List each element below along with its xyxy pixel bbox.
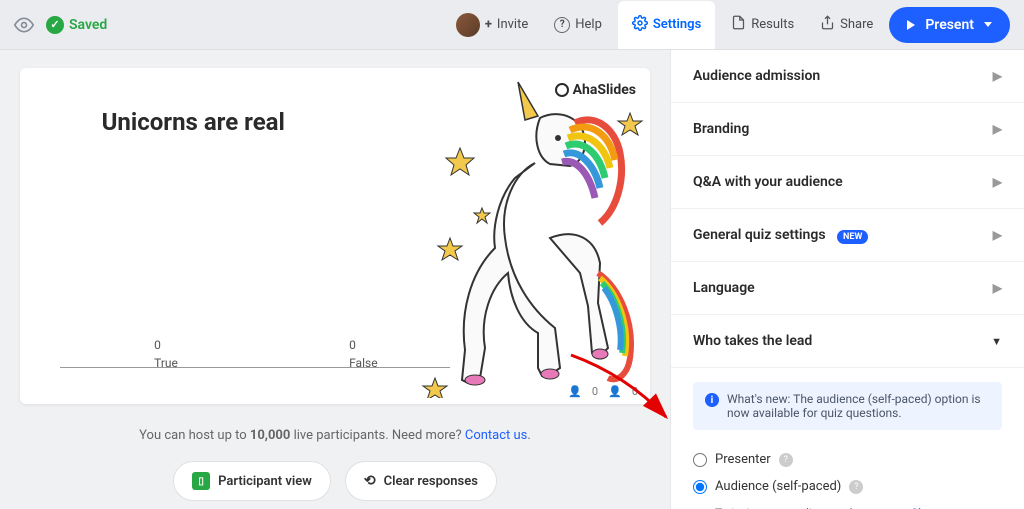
slide-stats: 👤 0 👤 0 — [568, 385, 638, 398]
present-label: Present — [925, 17, 974, 33]
setting-label: Who takes the lead — [693, 333, 812, 349]
share-label: Share — [840, 17, 873, 32]
participant-view-label: Participant view — [218, 474, 312, 489]
new-badge: NEW — [837, 230, 868, 244]
results-label: Results — [751, 17, 794, 32]
invite-note: To invite your audience, please go to Sh… — [693, 500, 1002, 509]
help-button[interactable]: ? Help — [544, 11, 612, 39]
tab-settings[interactable]: Settings — [618, 1, 715, 49]
present-button[interactable]: Present — [889, 7, 1010, 43]
invite-button[interactable]: + Invite — [446, 7, 538, 43]
people-icon: 👤 — [568, 385, 582, 398]
radio-presenter-input[interactable] — [693, 453, 707, 467]
host-info-b: 10,000 — [250, 428, 291, 443]
chevron-right-icon: ▶ — [993, 228, 1002, 242]
preview-eye-icon[interactable] — [14, 15, 34, 35]
setting-label: General quiz settings — [693, 227, 826, 243]
host-info-a: You can host up to — [139, 428, 250, 443]
info-text: What's new: The audience (self-paced) op… — [727, 392, 990, 420]
chart-area: 0 True 0 False — [60, 338, 450, 368]
refresh-icon: ⟲ — [364, 473, 376, 489]
setting-who-takes-lead[interactable]: Who takes the lead ▼ — [671, 315, 1024, 368]
info-icon: i — [705, 393, 719, 407]
topbar: ✓ Saved + Invite ? Help Settings Results — [0, 0, 1024, 50]
bar-true-value: 0 — [154, 338, 161, 352]
tab-share[interactable]: Share — [810, 9, 883, 40]
action-buttons: ▯ Participant view ⟲ Clear responses — [20, 461, 650, 501]
results-icon — [731, 15, 746, 34]
settings-label: Settings — [653, 17, 701, 32]
setting-label: Branding — [693, 121, 749, 137]
bar-false: 0 False — [349, 338, 356, 367]
phone-icon: ▯ — [192, 472, 210, 490]
radio-audience[interactable]: Audience (self-paced) ? — [693, 473, 1002, 500]
bar-true: 0 True — [154, 338, 161, 367]
chevron-right-icon: ▶ — [993, 69, 1002, 83]
bar-true-label: True — [154, 356, 178, 370]
settings-panel: Audience admission ▶ Branding ▶ Q&A with… — [670, 50, 1024, 509]
saved-status: ✓ Saved — [46, 16, 107, 34]
person-icon: 👤 — [608, 385, 622, 398]
whats-new-info: i What's new: The audience (self-paced) … — [693, 382, 1002, 430]
chevron-right-icon: ▶ — [993, 122, 1002, 136]
setting-qa[interactable]: Q&A with your audience ▶ — [671, 156, 1024, 209]
clear-responses-button[interactable]: ⟲ Clear responses — [345, 461, 497, 501]
comment-count: 0 — [632, 385, 638, 398]
setting-general-quiz[interactable]: General quiz settings NEW ▶ — [671, 209, 1024, 262]
slide-preview[interactable]: AhaSlides Unicorns are real — [20, 68, 650, 404]
slide-title: Unicorns are real — [20, 68, 367, 136]
bar-false-value: 0 — [349, 338, 356, 352]
people-count: 0 — [592, 385, 598, 398]
setting-branding[interactable]: Branding ▶ — [671, 103, 1024, 156]
radio-audience-label: Audience (self-paced) — [715, 479, 841, 494]
share-icon — [820, 15, 835, 34]
gear-icon — [632, 15, 648, 35]
chevron-right-icon: ▶ — [993, 281, 1002, 295]
setting-label: Language — [693, 280, 755, 296]
contact-link[interactable]: Contact us — [465, 428, 528, 443]
play-icon — [907, 20, 915, 30]
setting-language[interactable]: Language ▶ — [671, 262, 1024, 315]
main: AhaSlides Unicorns are real — [0, 50, 1024, 509]
clear-responses-label: Clear responses — [384, 474, 478, 489]
tab-results[interactable]: Results — [721, 9, 804, 40]
check-icon: ✓ — [46, 16, 64, 34]
avatar-icon — [456, 13, 480, 37]
who-takes-lead-content: i What's new: The audience (self-paced) … — [671, 368, 1024, 509]
setting-audience-admission[interactable]: Audience admission ▶ — [671, 50, 1024, 103]
topbar-right: + Invite ? Help Settings Results Share — [446, 1, 1010, 49]
unicorn-image — [420, 78, 650, 398]
participant-view-button[interactable]: ▯ Participant view — [173, 461, 331, 501]
help-label: Help — [575, 17, 602, 32]
help-icon: ? — [554, 17, 570, 33]
host-info-c: live participants. Need more? — [290, 428, 465, 443]
status-area: ✓ Saved — [14, 15, 107, 35]
radio-audience-input[interactable] — [693, 480, 707, 494]
help-icon[interactable]: ? — [849, 480, 863, 494]
chevron-down-icon: ▼ — [991, 335, 1002, 348]
chevron-right-icon: ▶ — [993, 175, 1002, 189]
bar-false-label: False — [349, 356, 377, 370]
setting-label: Q&A with your audience — [693, 174, 843, 190]
radio-presenter[interactable]: Presenter ? — [693, 446, 1002, 473]
canvas-area: AhaSlides Unicorns are real — [0, 50, 670, 509]
invite-label: Invite — [497, 17, 528, 32]
saved-label: Saved — [69, 17, 107, 33]
chevron-down-icon — [984, 22, 992, 27]
setting-label: Audience admission — [693, 68, 820, 84]
radio-presenter-label: Presenter — [715, 452, 771, 467]
host-info: You can host up to 10,000 live participa… — [20, 428, 650, 443]
help-icon[interactable]: ? — [779, 453, 793, 467]
